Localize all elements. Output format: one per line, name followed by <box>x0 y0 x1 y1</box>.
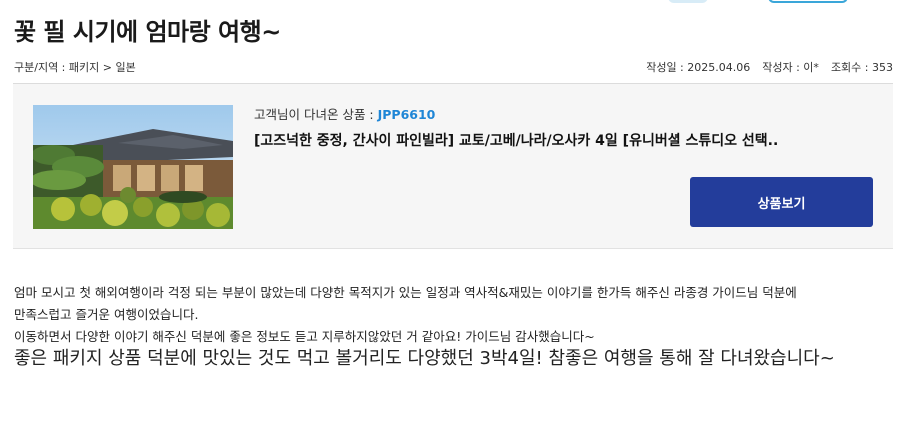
japanese-garden-photo-icon <box>33 105 233 229</box>
product-code-label: 고객님이 다녀온 상품 : <box>254 107 378 122</box>
product-code-line: 고객님이 다녀온 상품 : JPP6610 <box>254 104 435 123</box>
review-line: 이동하면서 다양한 이야기 해주신 덕분에 좋은 정보도 듣고 지루하지않았던 … <box>14 329 595 344</box>
view-product-button[interactable]: 상품보기 <box>690 177 873 227</box>
review-body: 엄마 모시고 첫 해외여행이라 걱정 되는 부분이 많았는데 다양한 목적지가 … <box>14 282 893 370</box>
post-author: 작성자 : 이* <box>762 61 819 74</box>
review-line: 엄마 모시고 첫 해외여행이라 걱정 되는 부분이 많았는데 다양한 목적지가 … <box>14 285 797 300</box>
post-info: 작성일 : 2025.04.06 작성자 : 이* 조회수 : 353 <box>646 59 893 75</box>
review-highlight: 좋은 패키지 상품 덕분에 맛있는 것도 먹고 볼거리도 다양했던 3박4일! … <box>14 348 835 369</box>
page-title: 꽃 필 시기에 엄마랑 여행~ <box>14 18 281 46</box>
header-tab-remnant <box>668 0 708 3</box>
post-meta: 구분/지역 : 패키지 > 일본 작성일 : 2025.04.06 작성자 : … <box>14 59 893 75</box>
product-card: 고객님이 다녀온 상품 : JPP6610 [고즈넉한 중정, 간사이 파인빌라… <box>13 84 893 249</box>
product-thumbnail[interactable] <box>33 105 233 229</box>
post-views: 조회수 : 353 <box>830 61 893 74</box>
product-code: JPP6610 <box>377 107 436 122</box>
post-date: 작성일 : 2025.04.06 <box>646 61 751 74</box>
header-decoration <box>0 0 910 6</box>
review-line: 만족스럽고 즐거운 여행이었습니다. <box>14 307 199 322</box>
category-breadcrumb: 구분/지역 : 패키지 > 일본 <box>14 61 136 74</box>
header-button-remnant <box>768 0 848 3</box>
product-name[interactable]: [고즈넉한 중정, 간사이 파인빌라] 교토/고베/나라/오사카 4일 [유니버… <box>254 130 778 150</box>
